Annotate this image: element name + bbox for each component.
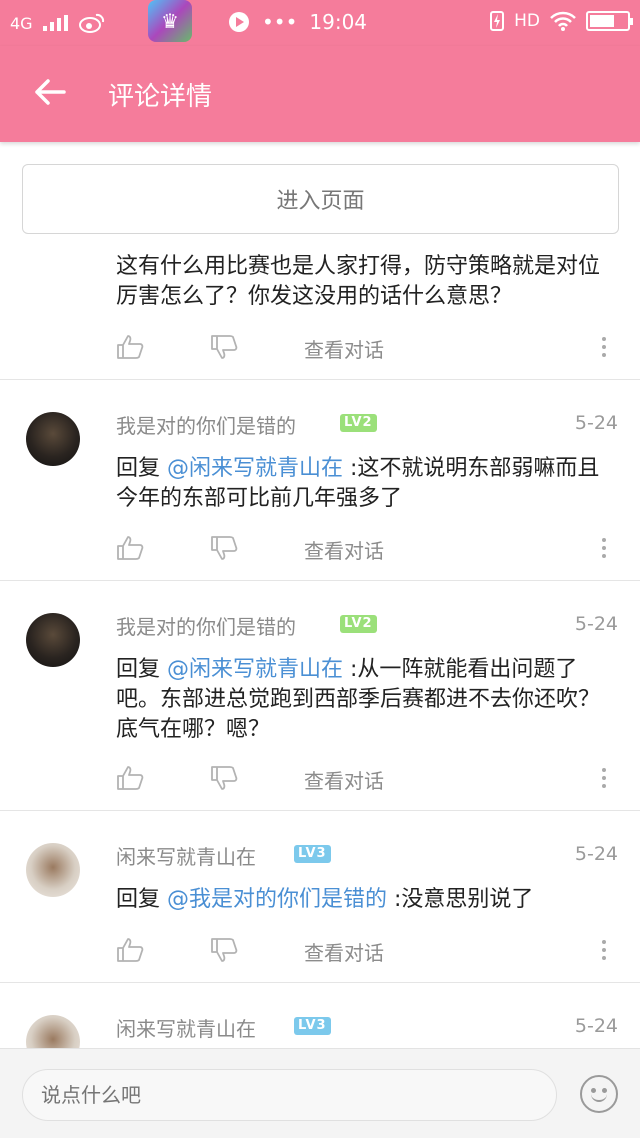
comment-list[interactable]: 进入页面 这有什么用比赛也是人家打得，防守策略就是对位厉害怎么了？你发这没用的话… [0,142,640,1048]
reply-prefix: 回复 [116,456,167,481]
hd-label: HD [514,11,540,31]
thumbs-down-icon[interactable] [210,765,238,791]
comment-item: 我是对的你们是错的 LV2 5-24 回复 @闲来写就青山在 :从一阵就能看出问… [0,581,640,811]
app-bar: 评论详情 [0,46,640,142]
thumbs-down-icon[interactable] [210,334,238,360]
thumbs-down-icon[interactable] [210,937,238,963]
status-middle: ••• 19:04 [228,10,367,34]
comment-body: :没意思别说了 [387,887,534,912]
comment-text: 回复 @闲来写就青山在 :这不就说明东部弱嘛而且今年的东部可比前几年强多了 [116,454,616,514]
network-label: 4G [10,13,33,33]
view-conversation-link[interactable]: 查看对话 [304,937,384,966]
comment-item: 闲来写就青山在 LV3 5-24 [0,983,640,1048]
comment-input-bar [0,1048,640,1138]
app-notification-icon: ♛ [148,0,192,42]
mention-link[interactable]: @我是对的你们是错的 [167,887,387,912]
signal-icon [42,15,68,31]
comment-date: 5-24 [574,1015,618,1037]
comment-date: 5-24 [574,412,618,434]
comment-text: 回复 @我是对的你们是错的 :没意思别说了 [116,885,616,915]
status-bar: 4G ♛ ••• 19:04 HD [0,0,640,46]
comment-item: 闲来写就青山在 LV3 5-24 回复 @我是对的你们是错的 :没意思别说了 查… [0,811,640,983]
enter-page-button[interactable]: 进入页面 [22,164,619,234]
avatar[interactable] [26,412,80,466]
level-badge: LV2 [340,414,377,432]
clock: 19:04 [309,10,368,34]
status-left: 4G [10,12,105,34]
comment-actions: 查看对话 [116,531,616,567]
username[interactable]: 我是对的你们是错的 [116,410,296,439]
more-options-icon[interactable] [592,332,616,362]
thumbs-down-icon[interactable] [210,535,238,561]
level-badge: LV3 [294,1017,331,1035]
thumbs-up-icon[interactable] [116,937,144,963]
level-badge: LV2 [340,615,377,633]
comment-date: 5-24 [574,613,618,635]
more-options-icon[interactable] [592,533,616,563]
record-icon [229,12,249,32]
comment-text: 回复 @闲来写就青山在 :从一阵就能看出问题了吧。东部进总觉跑到西部季后赛都进不… [116,655,616,745]
more-options-icon[interactable] [592,935,616,965]
charging-icon [490,11,505,31]
mention-link[interactable]: @闲来写就青山在 [167,456,343,481]
username[interactable]: 闲来写就青山在 [116,1013,256,1042]
view-conversation-link[interactable]: 查看对话 [304,535,384,564]
reply-prefix: 回复 [116,657,167,682]
username[interactable]: 闲来写就青山在 [116,841,256,870]
back-button[interactable] [28,70,72,114]
reply-prefix: 回复 [116,887,167,912]
arrow-left-icon [35,79,66,105]
thumbs-up-icon[interactable] [116,535,144,561]
view-conversation-link[interactable]: 查看对话 [304,334,384,363]
status-right: HD [490,11,633,31]
comment-actions: 查看对话 [116,761,616,797]
username[interactable]: 我是对的你们是错的 [116,611,296,640]
comment-date: 5-24 [574,843,618,865]
page-title: 评论详情 [108,82,213,112]
thumbs-up-icon[interactable] [116,334,144,360]
mention-link[interactable]: @闲来写就青山在 [167,657,343,682]
more-notifications-icon: ••• [262,10,298,34]
wifi-icon [550,11,576,31]
comment-actions: 查看对话 [116,330,616,366]
weibo-icon [78,13,104,33]
comment-item: 这有什么用比赛也是人家打得，防守策略就是对位厉害怎么了？你发这没用的话什么意思？… [0,238,640,380]
view-conversation-link[interactable]: 查看对话 [304,765,384,794]
thumbs-up-icon[interactable] [116,765,144,791]
more-options-icon[interactable] [592,763,616,793]
emoji-icon[interactable] [580,1075,618,1113]
avatar[interactable] [26,1015,80,1048]
avatar[interactable] [26,613,80,667]
level-badge: LV3 [294,845,331,863]
comment-input[interactable] [22,1069,557,1121]
battery-icon [586,11,633,31]
comment-text: 这有什么用比赛也是人家打得，防守策略就是对位厉害怎么了？你发这没用的话什么意思？ [116,254,601,309]
avatar[interactable] [26,843,80,897]
comment-item: 我是对的你们是错的 LV2 5-24 回复 @闲来写就青山在 :这不就说明东部弱… [0,380,640,581]
comment-actions: 查看对话 [116,933,616,969]
